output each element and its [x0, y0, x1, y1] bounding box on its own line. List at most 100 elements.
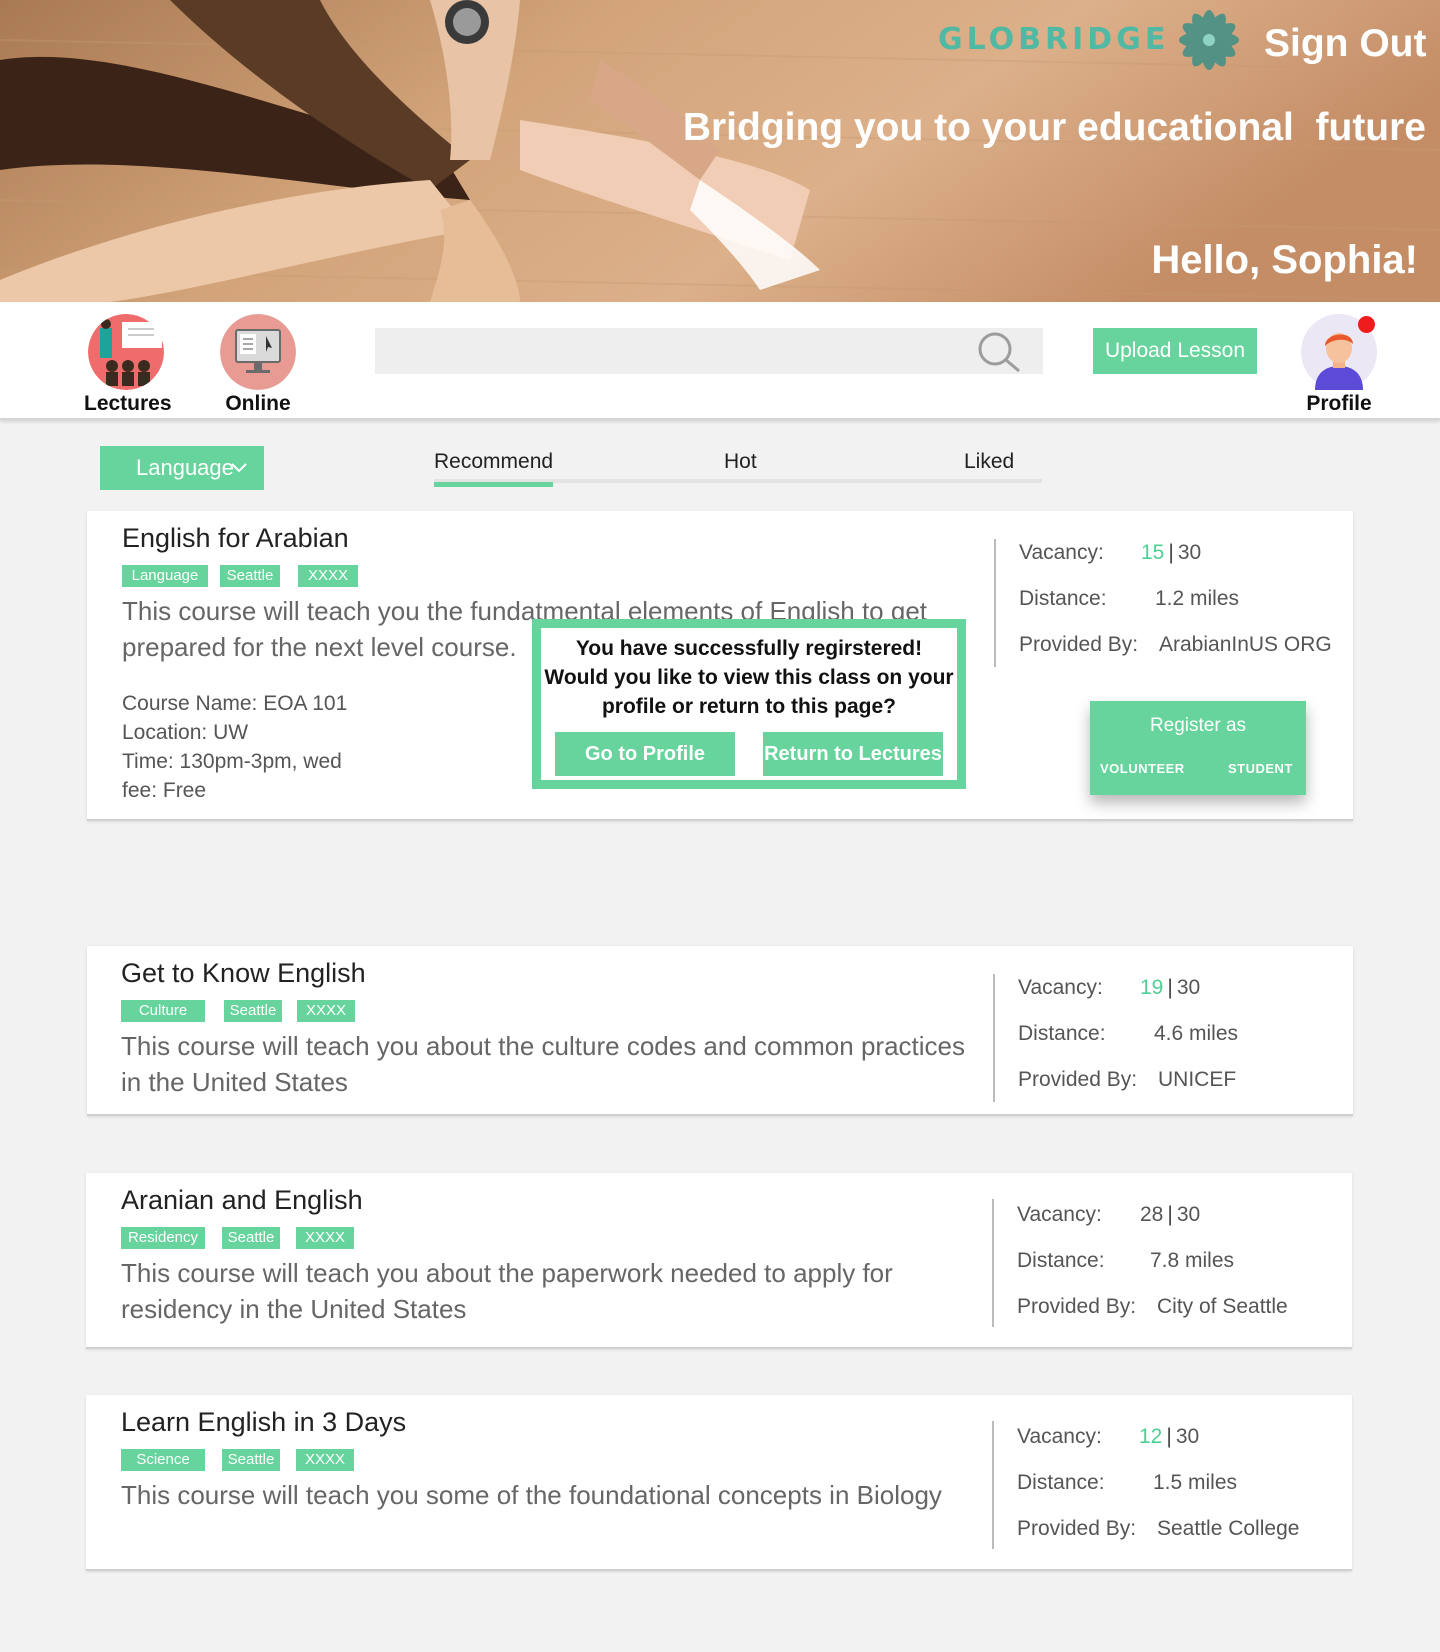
vacancy-total: 30	[1175, 1425, 1200, 1448]
vacancy-label: Vacancy:	[1018, 976, 1103, 999]
vacancy-value: 15 | 30	[1141, 541, 1202, 564]
provider-value: ArabianInUS ORG	[1159, 633, 1332, 656]
top-navigation: Lectures Online Upload Lesson Profile	[0, 302, 1440, 420]
vacancy-label: Vacancy:	[1019, 541, 1104, 564]
registration-success-dialog: You have successfully regirstered! Would…	[532, 619, 966, 789]
profile-avatar	[1301, 314, 1377, 390]
flower-logo-icon	[1179, 10, 1239, 70]
vacancy-label: Vacancy:	[1017, 1203, 1102, 1226]
course-description: This course will teach you about the pap…	[121, 1258, 893, 1324]
course-title: Get to Know English	[121, 958, 366, 988]
tag-category[interactable]: Culture	[121, 1000, 205, 1022]
course-description: This course will teach you about the cul…	[121, 1031, 965, 1097]
tag-city[interactable]: Seattle	[222, 1449, 280, 1471]
vacancy-available: 12	[1139, 1425, 1163, 1448]
upload-lesson-button[interactable]: Upload Lesson	[1093, 328, 1257, 374]
divider	[993, 974, 995, 1102]
provider-value: Seattle College	[1157, 1517, 1300, 1540]
tag-extra[interactable]: XXXX	[296, 1227, 354, 1249]
vacancy-total: 30	[1176, 976, 1201, 999]
vacancy-value: 12 | 30	[1139, 1425, 1200, 1448]
divider	[992, 1199, 994, 1327]
lectures-icon	[88, 314, 164, 390]
vacancy-value: 28 | 30	[1140, 1203, 1201, 1226]
distance-value: 1.5 miles	[1153, 1471, 1238, 1494]
dialog-line-2: Would you like to view this class on you…	[544, 666, 954, 689]
dialog-message: You have successfully regirstered! Would…	[541, 634, 957, 721]
dialog-line-1: You have successfully regirstered!	[575, 637, 923, 660]
course-time: Time: 130pm-3pm, wed	[122, 750, 342, 773]
greeting: Hello, Sophia!	[1151, 238, 1418, 282]
nav-lectures-label: Lectures	[84, 392, 172, 415]
tag-city[interactable]: Seattle	[222, 1227, 280, 1249]
divider	[992, 1421, 994, 1549]
provider-label: Provided By:	[1018, 1068, 1138, 1091]
tag-category[interactable]: Language	[122, 565, 208, 587]
notification-dot	[1358, 316, 1375, 333]
vacancy-available: 28	[1140, 1203, 1164, 1226]
dialog-line-3: profile or return to this page?	[601, 695, 896, 718]
course-details: Course Name: EOA 101 Location: UW Time: …	[122, 689, 347, 805]
tag-category[interactable]: Science	[121, 1449, 205, 1471]
register-panel: Register as VOLUNTEER STUDENT	[1090, 701, 1306, 795]
provider-label: Provided By:	[1019, 633, 1139, 656]
course-card[interactable]: Learn English in 3 Days Science Seattle …	[86, 1395, 1352, 1571]
vacancy-total: 30	[1176, 1203, 1201, 1226]
provider-value: UNICEF	[1158, 1068, 1237, 1091]
return-to-lectures-button[interactable]: Return to Lectures	[763, 732, 943, 776]
course-location: Location: UW	[122, 721, 249, 744]
register-volunteer-button[interactable]: VOLUNTEER	[1100, 761, 1185, 776]
distance-label: Distance:	[1017, 1471, 1105, 1494]
language-dropdown-label: Language	[136, 455, 234, 480]
register-student-button[interactable]: STUDENT	[1228, 761, 1293, 776]
sign-out-button[interactable]: Sign Out	[1264, 22, 1426, 66]
vacancy-value: 19 | 30	[1140, 976, 1201, 999]
provider-label: Provided By:	[1017, 1295, 1137, 1318]
register-title: Register as	[1149, 715, 1247, 736]
tag-extra[interactable]: XXXX	[298, 565, 358, 587]
tag-extra[interactable]: XXXX	[296, 1449, 354, 1471]
vacancy-label: Vacancy:	[1017, 1425, 1102, 1448]
vacancy-available: 19	[1140, 976, 1164, 999]
nav-profile[interactable]: Profile	[1298, 314, 1380, 416]
course-card[interactable]: Get to Know English Culture Seattle XXXX…	[87, 946, 1353, 1116]
tag-city[interactable]: Seattle	[220, 565, 280, 587]
provider-value: City of Seattle	[1157, 1295, 1288, 1318]
course-card[interactable]: Aranian and English Residency Seattle XX…	[86, 1173, 1352, 1349]
tagline: Bridging you to your educational future	[682, 106, 1426, 149]
language-dropdown[interactable]: Language	[100, 446, 264, 490]
course-description: This course will teach you some of the f…	[121, 1480, 942, 1510]
hero-banner: GLOBRIDGE Sign Out Bridging you to your …	[0, 0, 1440, 302]
nav-lectures[interactable]: Lectures	[84, 314, 172, 416]
course-title: English for Arabian	[122, 523, 349, 553]
online-computer-icon	[220, 314, 296, 390]
nav-online-label: Online	[225, 392, 291, 415]
course-title: Aranian and English	[121, 1185, 363, 1215]
search-input[interactable]	[375, 328, 1043, 374]
go-to-profile-button[interactable]: Go to Profile	[555, 732, 735, 776]
tag-extra[interactable]: XXXX	[297, 1000, 355, 1022]
course-title: Learn English in 3 Days	[121, 1407, 407, 1437]
brand-logo-text: GLOBRIDGE	[938, 22, 1170, 57]
nav-profile-label: Profile	[1306, 392, 1372, 415]
course-name: Course Name: EOA 101	[122, 692, 348, 715]
feed-tabs: Recommend Hot Liked	[434, 445, 1042, 487]
distance-label: Distance:	[1019, 587, 1107, 610]
chevron-down-icon	[231, 463, 247, 473]
divider	[994, 539, 996, 667]
tag-city[interactable]: Seattle	[224, 1000, 282, 1022]
course-fee: fee: Free	[122, 779, 207, 802]
tab-liked[interactable]: Liked	[964, 445, 1014, 479]
distance-value: 7.8 miles	[1150, 1249, 1235, 1272]
tab-hot[interactable]: Hot	[724, 445, 757, 479]
provider-label: Provided By:	[1017, 1517, 1137, 1540]
search-icon[interactable]	[976, 330, 1022, 374]
tab-recommend[interactable]: Recommend	[434, 445, 554, 487]
tag-category[interactable]: Residency	[121, 1227, 205, 1249]
nav-online[interactable]: Online	[216, 314, 300, 416]
vacancy-available: 15	[1141, 541, 1165, 564]
distance-label: Distance:	[1017, 1249, 1105, 1272]
vacancy-total: 30	[1177, 541, 1202, 564]
distance-label: Distance:	[1018, 1022, 1106, 1045]
distance-value: 4.6 miles	[1154, 1022, 1239, 1045]
